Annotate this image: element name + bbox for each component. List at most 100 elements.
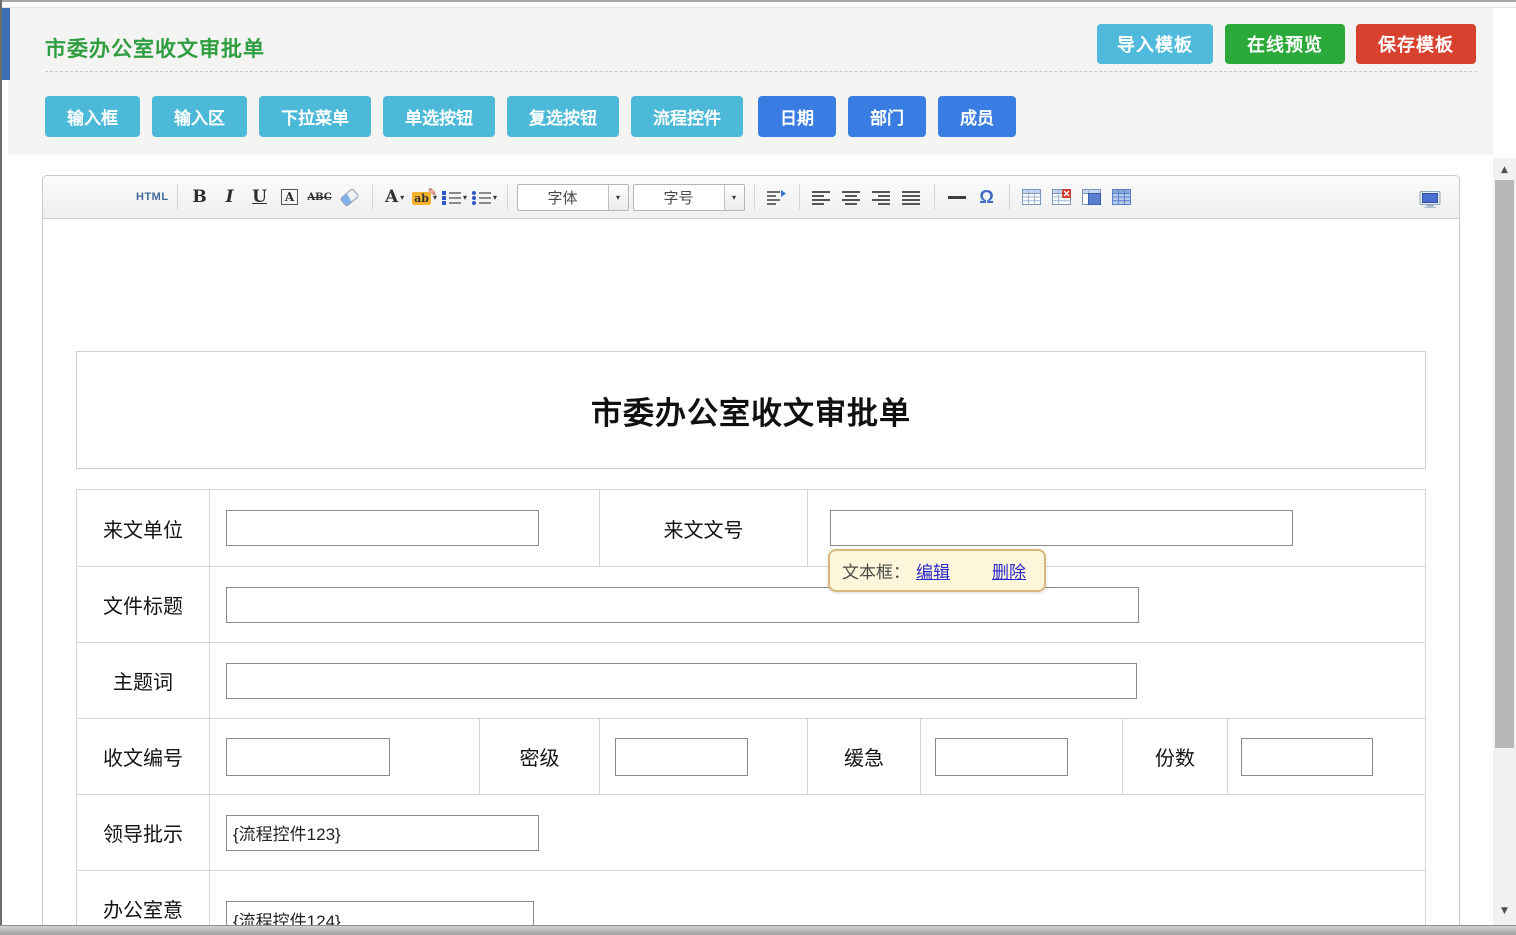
insert-textarea-button[interactable]: 输入区 bbox=[152, 96, 247, 137]
import-template-button[interactable]: 导入模板 bbox=[1097, 24, 1213, 64]
underline-icon: U bbox=[252, 187, 267, 207]
doc-number-input[interactable] bbox=[830, 510, 1293, 546]
font-family-select[interactable]: 字体▾ bbox=[517, 184, 629, 211]
insert-checkbox-button[interactable]: 复选按钮 bbox=[507, 96, 619, 137]
edit-field-link[interactable]: 编辑 bbox=[916, 558, 950, 583]
office-opinion-control[interactable] bbox=[226, 901, 534, 928]
header-actions: 导入模板 在线预览 保存模板 bbox=[8, 24, 1493, 64]
leader-comments-control[interactable] bbox=[226, 815, 539, 851]
monitor-icon bbox=[1419, 191, 1441, 208]
ordered-list-icon bbox=[442, 190, 461, 205]
align-left-button[interactable] bbox=[808, 182, 836, 212]
chevron-down-icon: ▾ bbox=[724, 185, 744, 210]
table-row: 领导批示 bbox=[77, 794, 1425, 870]
urgency-input[interactable] bbox=[935, 738, 1068, 776]
pencil-icon: ✎ bbox=[428, 186, 437, 199]
table-properties-button[interactable] bbox=[1078, 182, 1106, 212]
cell-properties-icon bbox=[1112, 189, 1131, 205]
toolbar-separator bbox=[934, 184, 935, 210]
eraser-icon bbox=[340, 187, 360, 206]
bold-icon: B bbox=[192, 187, 206, 207]
subject-words-input[interactable] bbox=[226, 663, 1137, 699]
table-row: 来文单位 来文文号 bbox=[77, 490, 1425, 566]
ordered-list-button[interactable]: ▾ bbox=[441, 182, 469, 212]
highlight-color-button[interactable]: ab✎▾ bbox=[411, 182, 439, 212]
insert-date-button[interactable]: 日期 bbox=[758, 96, 836, 137]
toolbar-separator bbox=[1009, 184, 1010, 210]
form-title-box: 市委办公室收文审批单 bbox=[76, 351, 1426, 469]
secrecy-level-input[interactable] bbox=[615, 738, 748, 776]
window-bottom-edge bbox=[0, 925, 1516, 935]
tooltip-label: 文本框： bbox=[842, 558, 910, 583]
font-color-button[interactable]: A▾ bbox=[381, 182, 409, 212]
toolbar-separator bbox=[372, 184, 373, 210]
insert-dropdown-button[interactable]: 下拉菜单 bbox=[259, 96, 371, 137]
align-right-button[interactable] bbox=[868, 182, 896, 212]
editor-canvas[interactable]: 市委办公室收文审批单 来文单位 来文文号 文件标题 主题词 bbox=[43, 219, 1459, 928]
form-title: 市委办公室收文审批单 bbox=[591, 388, 911, 433]
field-tooltip: 文本框： 编辑 删除 bbox=[828, 549, 1046, 592]
insert-table-icon bbox=[1022, 189, 1041, 205]
insert-department-button[interactable]: 部门 bbox=[848, 96, 926, 137]
toolbar-separator bbox=[754, 184, 755, 210]
bold-button[interactable]: B bbox=[186, 182, 214, 212]
insert-member-button[interactable]: 成员 bbox=[938, 96, 1016, 137]
field-label: 文件标题 bbox=[103, 590, 183, 619]
field-label: 领导批示 bbox=[103, 818, 183, 847]
delete-table-button[interactable] bbox=[1048, 182, 1076, 212]
fullscreen-button[interactable] bbox=[1416, 184, 1444, 214]
field-label: 来文文号 bbox=[664, 514, 744, 543]
chevron-down-icon: ▾ bbox=[608, 185, 628, 210]
insert-input-box-button[interactable]: 输入框 bbox=[45, 96, 140, 137]
form-table: 来文单位 来文文号 文件标题 主题词 收文编号 密级 bbox=[76, 489, 1426, 928]
scroll-up-button[interactable]: ▲ bbox=[1493, 160, 1516, 180]
cell-properties-button[interactable] bbox=[1108, 182, 1136, 212]
indent-button[interactable] bbox=[763, 182, 791, 212]
toolbar-separator bbox=[507, 184, 508, 210]
table-row: 收文编号 密级 缓急 份数 bbox=[77, 718, 1425, 794]
unordered-list-button[interactable]: ▾ bbox=[471, 182, 499, 212]
insert-table-button[interactable] bbox=[1018, 182, 1046, 212]
underline-button[interactable]: U bbox=[246, 182, 274, 212]
boxed-letter-icon: A bbox=[281, 189, 298, 205]
insert-flow-control-button[interactable]: 流程控件 bbox=[631, 96, 743, 137]
remove-format-button[interactable] bbox=[336, 182, 364, 212]
font-style-button[interactable]: A bbox=[276, 182, 304, 212]
copies-input[interactable] bbox=[1241, 738, 1373, 776]
align-center-button[interactable] bbox=[838, 182, 866, 212]
table-row: 主题词 bbox=[77, 642, 1425, 718]
horizontal-rule-button[interactable] bbox=[943, 182, 971, 212]
scroll-down-button[interactable]: ▼ bbox=[1493, 901, 1516, 921]
toolbar-separator bbox=[177, 184, 178, 210]
italic-button[interactable]: I bbox=[216, 182, 244, 212]
delete-field-link[interactable]: 删除 bbox=[992, 558, 1026, 583]
field-label: 份数 bbox=[1155, 742, 1195, 771]
font-size-select[interactable]: 字号▾ bbox=[633, 184, 745, 211]
header: 市委办公室收文审批单 导入模板 在线预览 保存模板 输入框 输入区 下拉菜单 单… bbox=[8, 8, 1493, 155]
receipt-number-input[interactable] bbox=[226, 738, 390, 776]
strikethrough-button[interactable]: ABC bbox=[306, 182, 334, 212]
align-justify-icon bbox=[902, 190, 921, 205]
special-char-button[interactable]: Ω bbox=[973, 182, 1001, 212]
window-left-edge bbox=[0, 0, 2, 935]
field-label: 办公室意 bbox=[103, 894, 183, 923]
table-row: 文件标题 bbox=[77, 566, 1425, 642]
align-justify-button[interactable] bbox=[898, 182, 926, 212]
table-properties-icon bbox=[1082, 189, 1101, 205]
source-unit-input[interactable] bbox=[226, 510, 539, 546]
chevron-down-icon: ▾ bbox=[400, 193, 404, 202]
scroll-down-icon: ▼ bbox=[1501, 906, 1508, 916]
control-toolbar: 输入框 输入区 下拉菜单 单选按钮 复选按钮 流程控件 日期 部门 成员 bbox=[45, 96, 1016, 137]
html-source-button[interactable]: HTML bbox=[136, 182, 169, 212]
online-preview-button[interactable]: 在线预览 bbox=[1225, 24, 1345, 64]
insert-radio-button[interactable]: 单选按钮 bbox=[383, 96, 495, 137]
align-left-icon bbox=[812, 190, 831, 205]
scrollbar-track[interactable]: ▲ ▼ bbox=[1493, 158, 1516, 925]
delete-table-icon bbox=[1052, 189, 1071, 205]
field-label: 缓急 bbox=[844, 742, 884, 771]
field-label: 密级 bbox=[520, 742, 560, 771]
chevron-down-icon: ▾ bbox=[493, 193, 497, 202]
scrollbar-thumb[interactable] bbox=[1495, 180, 1514, 748]
save-template-button[interactable]: 保存模板 bbox=[1356, 24, 1476, 64]
editor-toolbar: HTML B I U A ABC A▾ ab✎▾ ▾ ▾ 字体▾ 字号▾ bbox=[43, 176, 1459, 219]
